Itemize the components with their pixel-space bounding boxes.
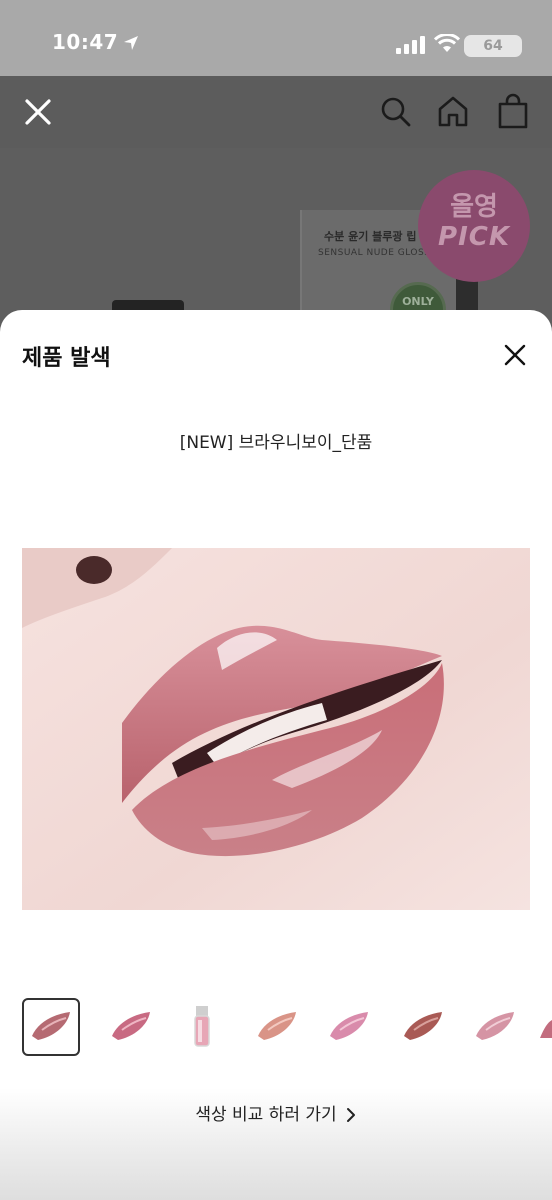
battery-level: 64 bbox=[483, 38, 503, 54]
chevron-right-icon bbox=[346, 1108, 355, 1122]
swatch-thumb-6[interactable] bbox=[394, 998, 452, 1056]
sheet-close-icon[interactable] bbox=[498, 338, 532, 372]
pick-badge-bottom: PICK bbox=[438, 222, 510, 252]
search-icon[interactable] bbox=[380, 96, 412, 128]
battery-indicator: 64 bbox=[464, 35, 522, 57]
swatch-thumb-3-tube[interactable] bbox=[174, 998, 232, 1056]
sheet-title: 제품 발색 bbox=[22, 346, 111, 371]
nostril bbox=[76, 556, 112, 584]
status-bar: 10:47 64 bbox=[0, 0, 552, 76]
color-swatch-sheet: 제품 발색 [NEW] 브라우니보이_단품 색상 비교 하러 가기 bbox=[0, 310, 552, 1200]
compare-colors-link[interactable]: 색상 비교 하러 가기 bbox=[0, 1088, 552, 1200]
swatch-thumb-1[interactable] bbox=[22, 998, 80, 1056]
oliveyoung-pick-badge: 올영 PICK bbox=[418, 170, 530, 282]
only-badge-label: ONLY bbox=[402, 295, 434, 308]
home-icon[interactable] bbox=[436, 94, 470, 128]
swatch-thumb-5[interactable] bbox=[320, 998, 378, 1056]
swatch-thumb-7[interactable] bbox=[466, 998, 524, 1056]
status-time: 10:47 bbox=[52, 30, 119, 54]
swatch-thumb-2[interactable] bbox=[102, 998, 160, 1056]
swatch-thumb-8[interactable] bbox=[538, 998, 552, 1056]
close-icon[interactable] bbox=[20, 94, 56, 130]
swatch-thumb-4[interactable] bbox=[248, 998, 306, 1056]
product-box-title: 수분 윤기 블루광 립 bbox=[324, 230, 417, 243]
product-image-background: 수분 윤기 블루광 립 SENSUAL NUDE GLOSS ONLY 올영 P… bbox=[0, 148, 552, 328]
pick-badge-top: 올영 bbox=[450, 192, 498, 222]
cellular-signal-icon bbox=[396, 36, 425, 54]
lip-swatch-photo bbox=[22, 548, 530, 910]
location-arrow-icon bbox=[124, 36, 138, 50]
app-header bbox=[0, 76, 552, 148]
shopping-bag-icon[interactable] bbox=[496, 93, 530, 129]
swatch-thumbnail-strip bbox=[22, 996, 552, 1058]
product-box-subtitle: SENSUAL NUDE GLOSS bbox=[318, 248, 431, 258]
compare-colors-label: 색상 비교 하러 가기 bbox=[195, 1105, 337, 1125]
wifi-icon bbox=[434, 34, 460, 52]
variant-name: [NEW] 브라우니보이_단품 bbox=[179, 433, 373, 453]
